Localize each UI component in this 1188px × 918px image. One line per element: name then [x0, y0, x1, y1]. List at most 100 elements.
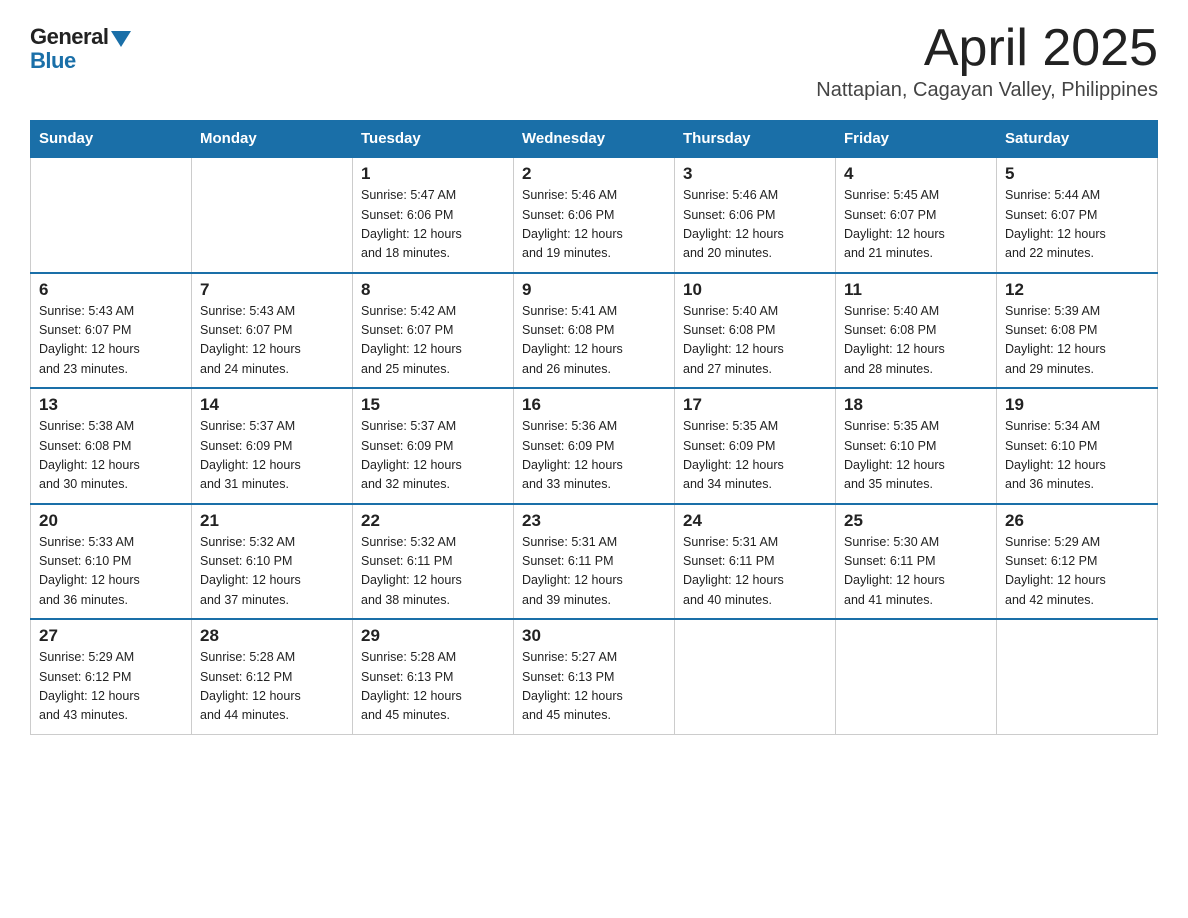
calendar-cell: 12Sunrise: 5:39 AM Sunset: 6:08 PM Dayli…: [997, 273, 1158, 389]
day-info: Sunrise: 5:44 AM Sunset: 6:07 PM Dayligh…: [1005, 186, 1149, 264]
calendar-cell: 28Sunrise: 5:28 AM Sunset: 6:12 PM Dayli…: [192, 619, 353, 734]
calendar-cell: 19Sunrise: 5:34 AM Sunset: 6:10 PM Dayli…: [997, 388, 1158, 504]
day-number: 12: [1005, 280, 1149, 300]
calendar-cell: [836, 619, 997, 734]
day-number: 20: [39, 511, 183, 531]
calendar-cell: 20Sunrise: 5:33 AM Sunset: 6:10 PM Dayli…: [31, 504, 192, 620]
day-info: Sunrise: 5:35 AM Sunset: 6:09 PM Dayligh…: [683, 417, 827, 495]
col-header-monday: Monday: [192, 121, 353, 158]
calendar-header: SundayMondayTuesdayWednesdayThursdayFrid…: [31, 121, 1158, 158]
day-info: Sunrise: 5:38 AM Sunset: 6:08 PM Dayligh…: [39, 417, 183, 495]
logo-blue-text: Blue: [30, 48, 76, 74]
day-info: Sunrise: 5:40 AM Sunset: 6:08 PM Dayligh…: [844, 302, 988, 380]
week-row-2: 6Sunrise: 5:43 AM Sunset: 6:07 PM Daylig…: [31, 273, 1158, 389]
day-number: 10: [683, 280, 827, 300]
day-number: 26: [1005, 511, 1149, 531]
calendar-cell: [192, 157, 353, 273]
day-info: Sunrise: 5:31 AM Sunset: 6:11 PM Dayligh…: [522, 533, 666, 611]
calendar-cell: 18Sunrise: 5:35 AM Sunset: 6:10 PM Dayli…: [836, 388, 997, 504]
day-number: 13: [39, 395, 183, 415]
day-info: Sunrise: 5:41 AM Sunset: 6:08 PM Dayligh…: [522, 302, 666, 380]
week-row-5: 27Sunrise: 5:29 AM Sunset: 6:12 PM Dayli…: [31, 619, 1158, 734]
page-header: General Blue April 2025 Nattapian, Cagay…: [30, 20, 1158, 102]
calendar-cell: 8Sunrise: 5:42 AM Sunset: 6:07 PM Daylig…: [353, 273, 514, 389]
day-number: 27: [39, 626, 183, 646]
calendar-table: SundayMondayTuesdayWednesdayThursdayFrid…: [30, 120, 1158, 735]
calendar-cell: 24Sunrise: 5:31 AM Sunset: 6:11 PM Dayli…: [675, 504, 836, 620]
day-info: Sunrise: 5:27 AM Sunset: 6:13 PM Dayligh…: [522, 648, 666, 726]
day-info: Sunrise: 5:31 AM Sunset: 6:11 PM Dayligh…: [683, 533, 827, 611]
day-number: 19: [1005, 395, 1149, 415]
week-row-4: 20Sunrise: 5:33 AM Sunset: 6:10 PM Dayli…: [31, 504, 1158, 620]
calendar-cell: 29Sunrise: 5:28 AM Sunset: 6:13 PM Dayli…: [353, 619, 514, 734]
calendar-cell: 27Sunrise: 5:29 AM Sunset: 6:12 PM Dayli…: [31, 619, 192, 734]
day-number: 6: [39, 280, 183, 300]
col-header-wednesday: Wednesday: [514, 121, 675, 158]
day-info: Sunrise: 5:40 AM Sunset: 6:08 PM Dayligh…: [683, 302, 827, 380]
calendar-cell: 22Sunrise: 5:32 AM Sunset: 6:11 PM Dayli…: [353, 504, 514, 620]
day-number: 29: [361, 626, 505, 646]
col-header-saturday: Saturday: [997, 121, 1158, 158]
day-info: Sunrise: 5:35 AM Sunset: 6:10 PM Dayligh…: [844, 417, 988, 495]
day-info: Sunrise: 5:43 AM Sunset: 6:07 PM Dayligh…: [200, 302, 344, 380]
day-info: Sunrise: 5:37 AM Sunset: 6:09 PM Dayligh…: [200, 417, 344, 495]
day-info: Sunrise: 5:46 AM Sunset: 6:06 PM Dayligh…: [522, 186, 666, 264]
day-number: 2: [522, 164, 666, 184]
calendar-cell: 5Sunrise: 5:44 AM Sunset: 6:07 PM Daylig…: [997, 157, 1158, 273]
day-info: Sunrise: 5:34 AM Sunset: 6:10 PM Dayligh…: [1005, 417, 1149, 495]
day-info: Sunrise: 5:33 AM Sunset: 6:10 PM Dayligh…: [39, 533, 183, 611]
day-number: 3: [683, 164, 827, 184]
day-number: 9: [522, 280, 666, 300]
day-number: 14: [200, 395, 344, 415]
day-info: Sunrise: 5:36 AM Sunset: 6:09 PM Dayligh…: [522, 417, 666, 495]
day-info: Sunrise: 5:45 AM Sunset: 6:07 PM Dayligh…: [844, 186, 988, 264]
day-number: 22: [361, 511, 505, 531]
calendar-cell: [675, 619, 836, 734]
calendar-cell: [997, 619, 1158, 734]
calendar-cell: 23Sunrise: 5:31 AM Sunset: 6:11 PM Dayli…: [514, 504, 675, 620]
calendar-cell: 6Sunrise: 5:43 AM Sunset: 6:07 PM Daylig…: [31, 273, 192, 389]
day-number: 24: [683, 511, 827, 531]
logo-arrow-icon: [111, 31, 131, 47]
col-header-tuesday: Tuesday: [353, 121, 514, 158]
day-number: 4: [844, 164, 988, 184]
calendar-cell: 26Sunrise: 5:29 AM Sunset: 6:12 PM Dayli…: [997, 504, 1158, 620]
calendar-cell: 4Sunrise: 5:45 AM Sunset: 6:07 PM Daylig…: [836, 157, 997, 273]
title-block: April 2025 Nattapian, Cagayan Valley, Ph…: [816, 20, 1158, 102]
day-info: Sunrise: 5:29 AM Sunset: 6:12 PM Dayligh…: [39, 648, 183, 726]
day-info: Sunrise: 5:43 AM Sunset: 6:07 PM Dayligh…: [39, 302, 183, 380]
day-number: 30: [522, 626, 666, 646]
calendar-cell: [31, 157, 192, 273]
day-info: Sunrise: 5:28 AM Sunset: 6:12 PM Dayligh…: [200, 648, 344, 726]
logo: General Blue: [30, 24, 131, 74]
week-row-1: 1Sunrise: 5:47 AM Sunset: 6:06 PM Daylig…: [31, 157, 1158, 273]
day-info: Sunrise: 5:32 AM Sunset: 6:11 PM Dayligh…: [361, 533, 505, 611]
day-number: 21: [200, 511, 344, 531]
calendar-cell: 10Sunrise: 5:40 AM Sunset: 6:08 PM Dayli…: [675, 273, 836, 389]
day-info: Sunrise: 5:37 AM Sunset: 6:09 PM Dayligh…: [361, 417, 505, 495]
day-number: 11: [844, 280, 988, 300]
day-info: Sunrise: 5:46 AM Sunset: 6:06 PM Dayligh…: [683, 186, 827, 264]
calendar-cell: 16Sunrise: 5:36 AM Sunset: 6:09 PM Dayli…: [514, 388, 675, 504]
col-header-friday: Friday: [836, 121, 997, 158]
calendar-cell: 3Sunrise: 5:46 AM Sunset: 6:06 PM Daylig…: [675, 157, 836, 273]
calendar-cell: 11Sunrise: 5:40 AM Sunset: 6:08 PM Dayli…: [836, 273, 997, 389]
day-info: Sunrise: 5:47 AM Sunset: 6:06 PM Dayligh…: [361, 186, 505, 264]
col-header-sunday: Sunday: [31, 121, 192, 158]
calendar-cell: 13Sunrise: 5:38 AM Sunset: 6:08 PM Dayli…: [31, 388, 192, 504]
day-number: 28: [200, 626, 344, 646]
day-number: 18: [844, 395, 988, 415]
day-number: 25: [844, 511, 988, 531]
calendar-cell: 2Sunrise: 5:46 AM Sunset: 6:06 PM Daylig…: [514, 157, 675, 273]
calendar-cell: 14Sunrise: 5:37 AM Sunset: 6:09 PM Dayli…: [192, 388, 353, 504]
day-info: Sunrise: 5:42 AM Sunset: 6:07 PM Dayligh…: [361, 302, 505, 380]
day-info: Sunrise: 5:39 AM Sunset: 6:08 PM Dayligh…: [1005, 302, 1149, 380]
day-info: Sunrise: 5:29 AM Sunset: 6:12 PM Dayligh…: [1005, 533, 1149, 611]
calendar-cell: 17Sunrise: 5:35 AM Sunset: 6:09 PM Dayli…: [675, 388, 836, 504]
day-number: 16: [522, 395, 666, 415]
day-number: 7: [200, 280, 344, 300]
calendar-cell: 30Sunrise: 5:27 AM Sunset: 6:13 PM Dayli…: [514, 619, 675, 734]
day-info: Sunrise: 5:30 AM Sunset: 6:11 PM Dayligh…: [844, 533, 988, 611]
day-info: Sunrise: 5:28 AM Sunset: 6:13 PM Dayligh…: [361, 648, 505, 726]
calendar-cell: 25Sunrise: 5:30 AM Sunset: 6:11 PM Dayli…: [836, 504, 997, 620]
